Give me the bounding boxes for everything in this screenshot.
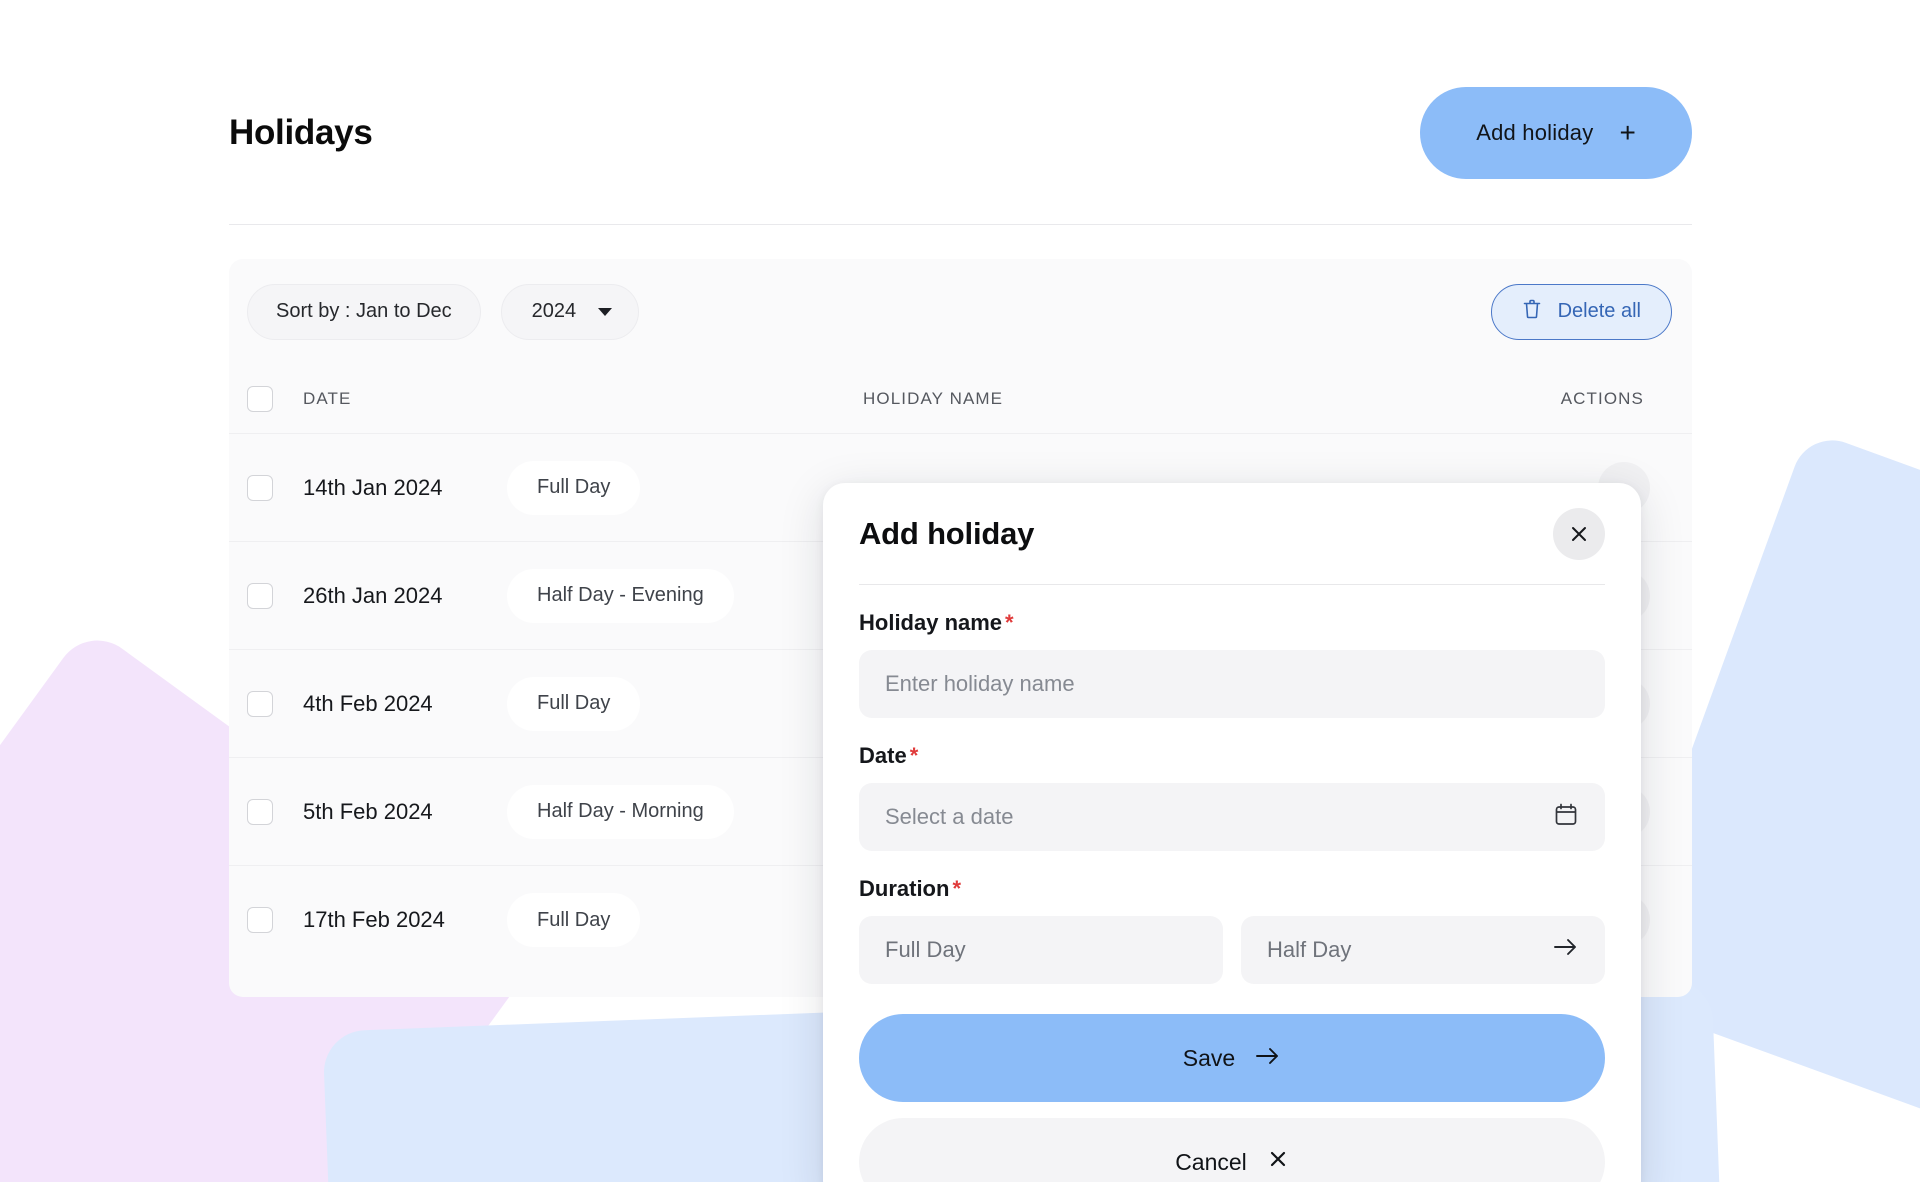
page-header: Holidays Add holiday +: [229, 78, 1692, 188]
modal-header: Add holiday: [859, 483, 1605, 585]
row-select-cell: [247, 583, 303, 609]
modal-title: Add holiday: [859, 516, 1034, 552]
row-date: 4th Feb 2024: [303, 691, 493, 717]
cancel-button-label: Cancel: [1175, 1149, 1247, 1176]
row-select-cell: [247, 907, 303, 933]
column-header-holiday-name: HOLIDAY NAME: [863, 389, 1433, 409]
date-field: Date*: [859, 743, 1605, 851]
arrow-right-icon: [1255, 1045, 1281, 1072]
select-all-checkbox[interactable]: [247, 386, 273, 412]
row-select-cell: [247, 475, 303, 501]
page-title: Holidays: [229, 113, 372, 153]
date-label: Date*: [859, 743, 1605, 769]
plus-icon: +: [1619, 119, 1636, 147]
row-duration-chip: Half Day - Evening: [507, 569, 734, 623]
row-duration-chip: Full Day: [507, 461, 640, 515]
add-holiday-label: Add holiday: [1476, 120, 1593, 146]
date-input-wrapper: [859, 783, 1605, 851]
add-holiday-button[interactable]: Add holiday +: [1420, 87, 1692, 179]
duration-option-full-day[interactable]: Full Day: [859, 916, 1223, 984]
row-select-cell: [247, 799, 303, 825]
row-duration-chip: Full Day: [507, 677, 640, 731]
delete-all-label: Delete all: [1558, 300, 1641, 323]
holiday-name-field: Holiday name*: [859, 610, 1605, 718]
year-select[interactable]: 2024: [501, 284, 640, 340]
row-checkbox[interactable]: [247, 907, 273, 933]
table-toolbar: Sort by : Jan to Dec 2024 Delete all: [229, 259, 1692, 364]
delete-all-button[interactable]: Delete all: [1491, 284, 1672, 340]
duration-option-full-day-label: Full Day: [885, 937, 966, 963]
row-duration-chip: Full Day: [507, 893, 640, 947]
row-date: 5th Feb 2024: [303, 799, 493, 825]
sort-by-button[interactable]: Sort by : Jan to Dec: [247, 284, 481, 340]
table-header-row: DATE HOLIDAY NAME ACTIONS: [229, 364, 1692, 434]
year-value: 2024: [532, 300, 577, 323]
required-asterisk: *: [952, 876, 961, 901]
trash-icon: [1522, 298, 1542, 326]
row-checkbox[interactable]: [247, 475, 273, 501]
holiday-name-label-text: Holiday name: [859, 610, 1002, 635]
column-header-date: DATE: [303, 389, 863, 409]
required-asterisk: *: [1005, 610, 1014, 635]
cancel-button[interactable]: Cancel: [859, 1118, 1605, 1182]
row-date: 14th Jan 2024: [303, 475, 493, 501]
header-divider: [229, 224, 1692, 225]
duration-label-text: Duration: [859, 876, 949, 901]
close-x-icon: [1267, 1148, 1289, 1176]
holidays-page: Holidays Add holiday + Sort by : Jan to …: [0, 0, 1920, 1182]
date-input[interactable]: [859, 783, 1605, 851]
duration-label: Duration*: [859, 876, 1605, 902]
row-checkbox[interactable]: [247, 691, 273, 717]
holiday-name-label: Holiday name*: [859, 610, 1605, 636]
row-select-cell: [247, 691, 303, 717]
duration-option-half-day[interactable]: Half Day: [1241, 916, 1605, 984]
chevron-down-icon: [598, 308, 612, 316]
row-duration-chip: Half Day - Morning: [507, 785, 734, 839]
holiday-name-input[interactable]: [859, 650, 1605, 718]
row-checkbox[interactable]: [247, 799, 273, 825]
close-icon[interactable]: [1553, 508, 1605, 560]
date-label-text: Date: [859, 743, 907, 768]
row-checkbox[interactable]: [247, 583, 273, 609]
row-date: 17th Feb 2024: [303, 907, 493, 933]
select-all-cell: [247, 386, 303, 412]
save-button-label: Save: [1183, 1045, 1235, 1072]
save-button[interactable]: Save: [859, 1014, 1605, 1102]
duration-options: Full Day Half Day: [859, 916, 1605, 984]
duration-field: Duration* Full Day Half Day: [859, 876, 1605, 984]
duration-option-half-day-label: Half Day: [1267, 937, 1351, 963]
arrow-right-icon: [1553, 937, 1579, 963]
row-date: 26th Jan 2024: [303, 583, 493, 609]
add-holiday-modal: Add holiday Holiday name* Date*: [823, 483, 1641, 1182]
required-asterisk: *: [910, 743, 919, 768]
column-header-actions: ACTIONS: [1433, 389, 1674, 409]
